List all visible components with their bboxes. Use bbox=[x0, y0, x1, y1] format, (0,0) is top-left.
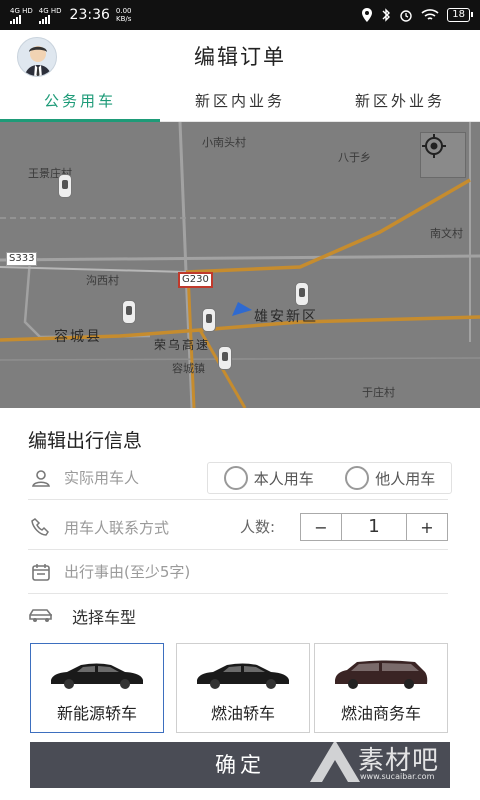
contact-placeholder: 用车人联系方式 bbox=[64, 518, 170, 537]
radio-self-label: 本人用车 bbox=[253, 469, 314, 488]
mpv-icon bbox=[335, 660, 428, 689]
net-speed: 0.00 KB/s bbox=[116, 7, 132, 23]
radio-other[interactable]: 他人用车 bbox=[345, 466, 435, 490]
map-car-marker[interactable] bbox=[122, 300, 136, 324]
page-title: 编辑订单 bbox=[194, 45, 286, 69]
net-speed-unit: KB/s bbox=[115, 15, 132, 23]
contact-field[interactable]: 用车人联系方式 bbox=[28, 505, 228, 549]
radio-circle bbox=[223, 466, 248, 490]
car-type-header: 选择车型 bbox=[28, 598, 136, 634]
user-avatar-icon bbox=[24, 46, 52, 76]
net-speed-value: 0.00 bbox=[115, 7, 132, 15]
watermark-url: www.sucaibar.com bbox=[360, 772, 435, 781]
map-label-rongwu-expressway: 荣乌高速 bbox=[154, 338, 211, 352]
map-label-xiaonantou: 小南头村 bbox=[202, 136, 246, 149]
car-icon bbox=[29, 609, 52, 622]
status-right: 18 bbox=[361, 8, 473, 22]
map-roads bbox=[0, 122, 480, 408]
tab-bar: 公务用车 新区内业务 新区外业务 bbox=[0, 82, 480, 122]
reason-placeholder: 出行事由(至少5字) bbox=[64, 563, 191, 581]
passenger-count-label: 人数: bbox=[240, 518, 276, 536]
map-label-baixi: 沟西村 bbox=[86, 274, 119, 287]
car-option-ev-sedan[interactable]: 新能源轿车 bbox=[30, 643, 164, 733]
passenger-count-stepper: − 1 + bbox=[300, 513, 448, 541]
status-bar: 4G HD 4G HD 23:36 0.00 KB/s 18 bbox=[0, 0, 480, 30]
header: 编辑订单 bbox=[0, 30, 480, 82]
section-title: 编辑出行信息 bbox=[28, 430, 143, 452]
map-view[interactable]: 小南头村 八于乡 王景庄村 南文村 沟西村 容城县 雄安新区 荣乌高速 容城镇 … bbox=[0, 122, 480, 408]
map-car-marker[interactable] bbox=[58, 174, 72, 198]
map-car-marker[interactable] bbox=[295, 282, 309, 306]
decrement-button[interactable]: − bbox=[301, 518, 341, 537]
radio-circle bbox=[345, 466, 370, 490]
increment-button[interactable]: + bbox=[407, 518, 447, 537]
car-option-name: 燃油轿车 bbox=[210, 704, 275, 723]
tab-official-car[interactable]: 公务用车 bbox=[0, 82, 160, 122]
signal-label-1: 4G HD bbox=[10, 6, 33, 15]
car-type-label: 选择车型 bbox=[72, 608, 137, 627]
radio-self[interactable]: 本人用车 bbox=[223, 466, 314, 490]
car-option-fuel-mpv[interactable]: 燃油商务车 bbox=[314, 643, 448, 733]
wifi-icon bbox=[421, 9, 439, 20]
radio-other-label: 他人用车 bbox=[375, 469, 436, 488]
passenger-count-value[interactable]: 1 bbox=[341, 514, 407, 540]
car-option-name: 新能源轿车 bbox=[56, 704, 137, 723]
map-label-nanwen: 南文村 bbox=[430, 227, 463, 240]
phone-icon bbox=[28, 516, 54, 538]
person-icon bbox=[28, 467, 54, 489]
calendar-icon bbox=[28, 561, 54, 583]
map-label-rongcheng-county: 容城县 bbox=[54, 329, 102, 345]
map-car-marker[interactable] bbox=[218, 346, 232, 370]
status-left: 4G HD 4G HD 23:36 0.00 KB/s bbox=[10, 7, 131, 24]
tab-inside-zone[interactable]: 新区内业务 bbox=[160, 82, 320, 121]
crosshair-icon bbox=[422, 134, 446, 158]
avatar[interactable] bbox=[17, 37, 57, 77]
car-option-name: 燃油商务车 bbox=[340, 704, 421, 723]
map-label-rongcheng-town: 容城镇 bbox=[172, 362, 205, 375]
map-label-xiongan: 雄安新区 bbox=[254, 309, 318, 325]
location-icon bbox=[362, 8, 373, 22]
battery-icon: 18 bbox=[447, 8, 473, 22]
map-label-yuzhuang: 于庄村 bbox=[362, 386, 395, 399]
status-time: 23:36 bbox=[69, 7, 110, 23]
alarm-icon bbox=[400, 10, 412, 22]
signal-icon-2: 4G HD bbox=[38, 6, 62, 24]
map-car-marker[interactable] bbox=[202, 308, 216, 332]
signal-label-2: 4G HD bbox=[38, 6, 62, 15]
map-label-baxiang: 八于乡 bbox=[338, 151, 371, 164]
sedan-icon bbox=[51, 663, 143, 689]
bluetooth-icon bbox=[382, 8, 391, 22]
tab-outside-zone[interactable]: 新区外业务 bbox=[320, 82, 480, 121]
reason-field[interactable]: 出行事由(至少5字) bbox=[28, 550, 448, 594]
passenger-placeholder: 实际用车人 bbox=[64, 469, 140, 487]
road-shield-g230: G230 bbox=[178, 272, 213, 288]
signal-icon: 4G HD bbox=[10, 7, 33, 24]
road-shield-s333: S333 bbox=[6, 252, 38, 266]
locate-button[interactable] bbox=[420, 132, 466, 178]
sedan-icon bbox=[197, 663, 289, 689]
usage-radio-group: 本人用车 他人用车 bbox=[207, 462, 452, 494]
car-option-fuel-sedan[interactable]: 燃油轿车 bbox=[176, 643, 310, 733]
